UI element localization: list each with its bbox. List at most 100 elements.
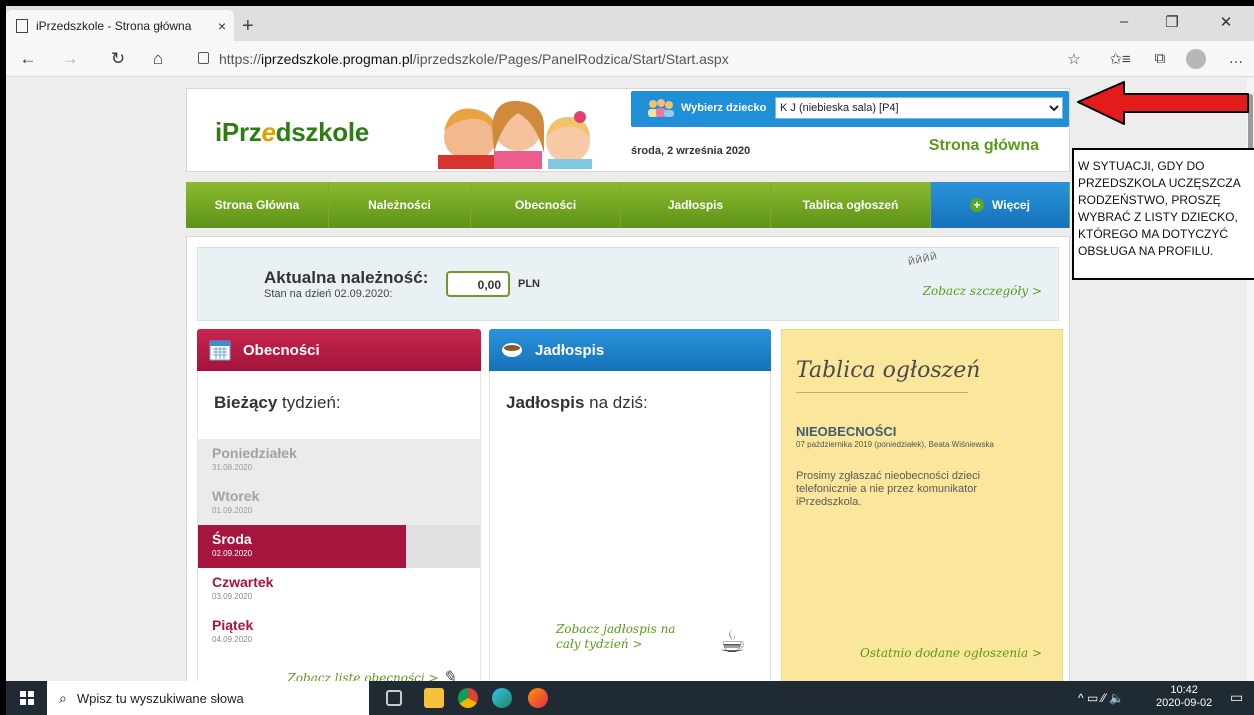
url-host: iprzedszkole.progman.pl — [261, 51, 413, 67]
attendance-list-link[interactable]: Zobacz listę obecności > ✎ — [287, 667, 456, 681]
url-field[interactable]: https://iprzedszkole.progman.pl/iprzedsz… — [219, 51, 729, 67]
profile-avatar[interactable] — [1186, 49, 1206, 69]
attendance-title: Obecności — [243, 341, 320, 359]
day-date: 03.09.2020 — [212, 592, 253, 601]
instruction-note: W SYTUACJI, GDY DO PRZEDSZKOLA UCZĘSZCZA… — [1072, 148, 1254, 280]
dashboard: Aktualna należność: Stan na dzień 02.09.… — [186, 236, 1070, 681]
logo-text-1: iPrz — [215, 117, 262, 147]
chrome-icon[interactable] — [458, 688, 478, 708]
attendance-body: Bieżący tydzień: Poniedziałek 31.08.2020 … — [197, 371, 481, 681]
notifications-icon[interactable]: ▭ — [1230, 689, 1243, 706]
red-arrow-annotation — [1077, 81, 1249, 125]
attendance-card: Obecności Bieżący tydzień: Poniedziałek 3… — [197, 329, 481, 681]
payment-details-link[interactable]: Zobacz szczegóły > — [923, 284, 1042, 298]
address-bar: ← → ↻ ⌂ https://iprzedszkole.progman.pl/… — [6, 41, 1254, 77]
site-container: iPrzedszkole Wybierz dziecko K J (niebie… — [186, 88, 1076, 681]
site-header: iPrzedszkole Wybierz dziecko K J (niebie… — [186, 88, 1070, 172]
system-tray-icons[interactable]: ^ ▭ ⁄⁄ 🔈 — [1078, 691, 1124, 705]
day-row-thursday[interactable]: Czwartek 03.09.2020 — [198, 568, 480, 611]
day-row-monday[interactable]: Poniedziałek 31.08.2020 — [198, 439, 480, 482]
choose-child-label: Wybierz dziecko — [681, 102, 767, 114]
bowl-icon — [502, 343, 522, 357]
favorites-icon[interactable]: ✩≡ — [1106, 50, 1134, 68]
week-days-list: Poniedziałek 31.08.2020 Wtorek 01.09.2020 … — [198, 439, 480, 654]
logo-text-2: dszkole — [275, 117, 370, 147]
day-date: 04.09.2020 — [212, 635, 253, 644]
attendance-header[interactable]: Obecności — [197, 329, 481, 371]
refresh-icon[interactable]: ↻ — [104, 49, 132, 69]
maximize-button[interactable]: ❐ — [1152, 13, 1192, 31]
clock-date: 2020-09-02 — [1156, 697, 1213, 709]
url-scheme: https:// — [219, 51, 262, 67]
menu-card: Jadłospis Jadłospis na dziś: Zobacz jadł… — [489, 329, 771, 681]
taskbar-clock[interactable]: 10:42 2020-09-02 — [1156, 684, 1212, 710]
tab-close-icon[interactable]: × — [210, 18, 234, 34]
menu-item-menu[interactable]: Jadłospis — [621, 182, 771, 228]
firefox-icon[interactable] — [528, 688, 548, 708]
current-week-rest: tydzień: — [277, 393, 341, 412]
day-row-wednesday[interactable]: Środa 02.09.2020 — [198, 525, 480, 568]
calendar-icon — [209, 340, 231, 361]
payment-due-amount: 0,00 — [446, 271, 510, 297]
day-row-tuesday[interactable]: Wtorek 01.09.2020 — [198, 482, 480, 525]
edge-icon[interactable] — [492, 688, 512, 708]
clock-time: 10:42 — [1170, 684, 1198, 696]
week-menu-link-line2: cały tydzień > — [556, 637, 643, 651]
week-menu-link[interactable]: Zobacz jadłospis na cały tydzień > — [556, 622, 675, 652]
week-menu-link-line1: Zobacz jadłospis na — [556, 622, 676, 636]
page-icon — [16, 18, 28, 33]
payment-due-date: Stan na dzień 02.09.2020: — [264, 288, 393, 300]
menu-today-bold: Jadłospis — [506, 393, 585, 412]
menu-item-more[interactable]: + Więcej — [931, 182, 1070, 228]
payment-currency: PLN — [518, 278, 540, 290]
child-select[interactable]: K J (niebieska sala) [P4] — [775, 97, 1063, 119]
page-viewport: iPrzedszkole Wybierz dziecko K J (niebie… — [6, 78, 1254, 681]
home-icon[interactable]: ⌂ — [144, 49, 172, 69]
attendance-link-text: Zobacz listę obecności > — [287, 671, 439, 681]
forward-icon[interactable]: → — [56, 49, 84, 69]
menu-item-payments[interactable]: Należności — [329, 182, 471, 228]
children-group-icon — [648, 99, 674, 117]
lock-icon — [198, 52, 209, 64]
day-name: Środa — [212, 531, 252, 547]
announcement-title[interactable]: NIEOBECNOŚCI — [796, 424, 896, 439]
tab-title: iPrzedszkole - Strona główna — [36, 18, 192, 33]
windows-start-icon[interactable] — [20, 691, 34, 705]
back-icon[interactable]: ← — [14, 49, 42, 69]
menu-item-attendance[interactable]: Obecności — [471, 182, 621, 228]
announcement-meta: 07 października 2019 (poniedziałek), Bea… — [796, 440, 994, 449]
taskbar-search[interactable]: ⌕ Wpisz tu wyszukiwane słowa — [47, 681, 369, 715]
tab-bar: iPrzedszkole - Strona główna × + – ❐ ✕ — [6, 6, 1254, 41]
day-date: 02.09.2020 — [212, 549, 253, 558]
noticeboard-title[interactable]: Tablica ogłoszeń — [796, 358, 980, 383]
more-label: Więcej — [992, 198, 1030, 212]
noticeboard-card: Tablica ogłoszeń NIEOBECNOŚCI 07 paździe… — [781, 329, 1063, 681]
cup-icon: ☕ — [719, 626, 746, 659]
browser-tab[interactable]: iPrzedszkole - Strona główna × — [6, 10, 234, 41]
current-week-heading: Bieżący tydzień: — [214, 393, 341, 413]
recent-announcements-link[interactable]: Ostatnio dodane ogłoszenia > — [860, 646, 1042, 660]
announcement-body: Prosimy zgłaszać nieobecności dzieci tel… — [796, 470, 981, 508]
collections-icon[interactable]: ⧉ — [1146, 50, 1174, 67]
menu-item-noticeboard[interactable]: Tablica ogłoszeń — [771, 182, 931, 228]
day-name: Poniedziałek — [212, 445, 297, 461]
menu-card-header[interactable]: Jadłospis — [489, 329, 771, 371]
child-selector-bar: Wybierz dziecko K J (niebieska sala) [P4… — [631, 91, 1069, 127]
menu-today-heading: Jadłospis na dziś: — [506, 393, 648, 413]
minimize-button[interactable]: – — [1104, 13, 1144, 30]
menu-card-title: Jadłospis — [535, 341, 605, 359]
task-view-icon[interactable] — [386, 690, 402, 706]
menu-today-rest: na dziś: — [584, 393, 648, 412]
payment-due-panel: Aktualna należność: Stan na dzień 02.09.… — [197, 247, 1059, 321]
search-icon: ⌕ — [59, 689, 67, 706]
new-tab-button[interactable]: + — [242, 15, 254, 38]
favorite-star-icon[interactable]: ☆ — [1060, 50, 1088, 68]
menu-item-home[interactable]: Strona Główna — [186, 182, 329, 228]
day-name: Piątek — [212, 617, 254, 633]
close-window-button[interactable]: ✕ — [1206, 13, 1246, 31]
more-menu-icon[interactable]: … — [1222, 50, 1250, 67]
site-logo[interactable]: iPrzedszkole — [215, 117, 369, 148]
day-date: 01.09.2020 — [212, 506, 253, 515]
file-explorer-icon[interactable] — [424, 688, 444, 708]
day-row-friday[interactable]: Piątek 04.09.2020 — [198, 611, 480, 654]
